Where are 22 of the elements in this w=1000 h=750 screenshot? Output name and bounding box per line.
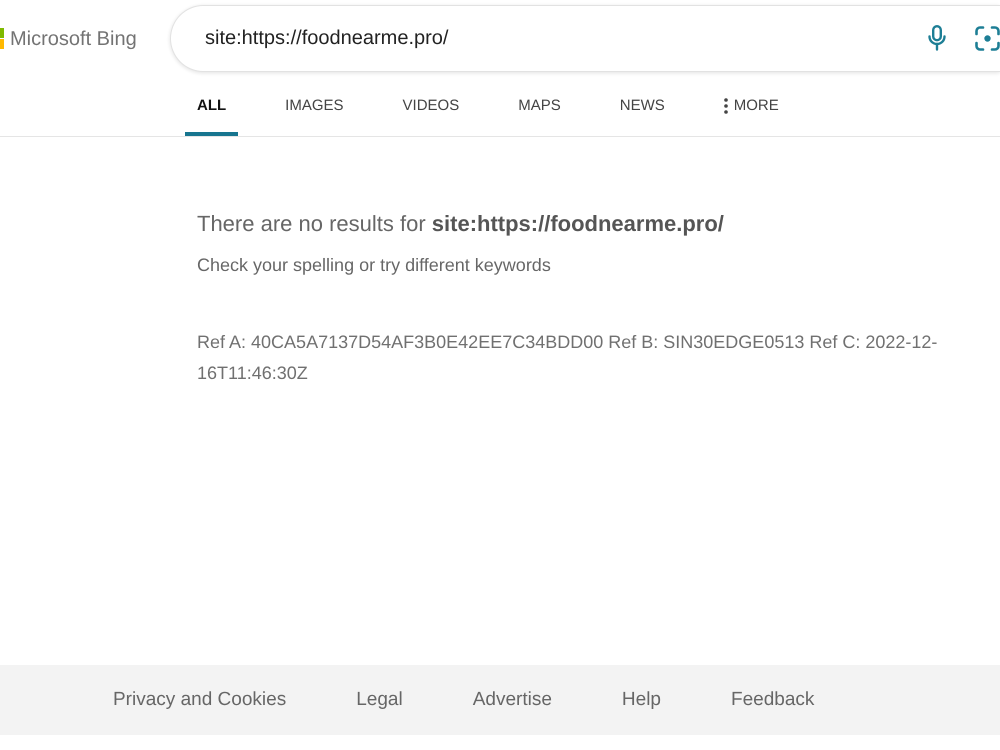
footer-link[interactable]: Privacy and Cookies xyxy=(113,686,286,714)
microphone-icon xyxy=(928,25,946,51)
nav-tab[interactable]: MORE xyxy=(712,80,791,136)
footer-link[interactable]: Advertise xyxy=(472,686,552,714)
reference-text: Ref A: 40CA5A7137D54AF3B0E42EE7C34BDD00 Ref B: SIN30EDGE0513 Ref C: 2022-12-16T11:46:30Z xyxy=(197,331,938,385)
nav-tab[interactable]: MAPS xyxy=(506,80,573,136)
no-results-message: There are no results for site:https://foodnearme.pro/ xyxy=(197,212,725,236)
logo-icon xyxy=(0,28,4,49)
footer-link[interactable]: Help xyxy=(622,686,661,714)
visual-search-button[interactable] xyxy=(975,26,1000,51)
nav-tab[interactable]: IMAGES xyxy=(273,80,356,136)
footer-link[interactable]: Feedback xyxy=(730,686,814,714)
logo-text: Microsoft Bing xyxy=(10,26,137,52)
nav-tab[interactable]: ALL xyxy=(185,80,238,136)
search-field[interactable]: site:https://foodnearme.pro/ xyxy=(170,5,1000,72)
microphone-button[interactable] xyxy=(928,25,946,51)
visual-search-icon xyxy=(975,26,1000,51)
nav-tab[interactable]: VIDEOS xyxy=(390,80,472,136)
spelling-hint: Check your spelling or try different keywords xyxy=(197,254,552,276)
vertical-dots-icon xyxy=(724,98,728,114)
footer-link[interactable]: Legal xyxy=(356,686,403,714)
nav-tab[interactable]: NEWS xyxy=(608,80,677,136)
